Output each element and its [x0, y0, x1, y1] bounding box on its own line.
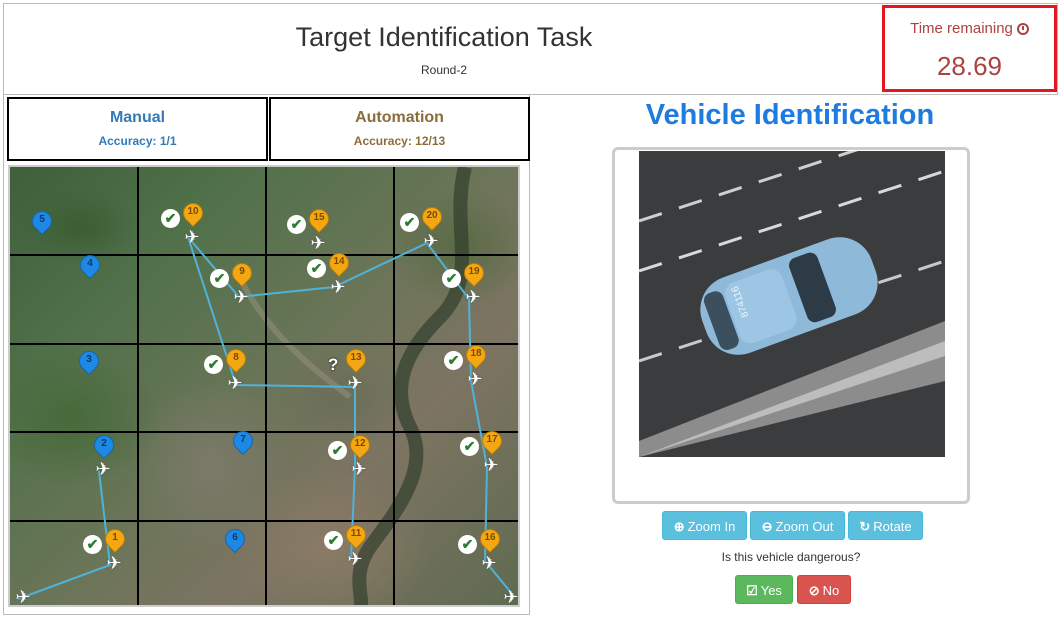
- map-pin-3[interactable]: 3: [74, 346, 104, 385]
- check-icon: ✔: [324, 531, 343, 550]
- map-pin-number: 7: [240, 434, 246, 445]
- tab-manual[interactable]: Manual Accuracy: 1/1: [7, 97, 268, 161]
- zoom-out-icon: ⊖: [761, 519, 773, 534]
- map-pin-number: 2: [101, 438, 107, 449]
- yes-button[interactable]: ☑ Yes: [735, 575, 793, 604]
- map-pin-6[interactable]: 6: [220, 524, 250, 563]
- airplane-icon: ✈: [351, 459, 367, 479]
- airplane-icon: ✈: [465, 287, 481, 307]
- round-label: Round-2: [420, 63, 468, 77]
- check-icon: ✔: [442, 269, 461, 288]
- zoom-out-button[interactable]: ⊖ Zoom Out: [750, 511, 845, 540]
- satellite-map[interactable]: 1 ✈ ✔ 2 ✈ 3 4 5 6 7 8 ✈ ✔ 9 ✈ ✔ 10 ✈ ✔ 11 ✈ ✔ 12 ✈ ✔ 13 ✈? 14 ✈ ✔ 15 ✈ ✔…: [8, 165, 520, 607]
- map-pin-number: 20: [426, 210, 438, 221]
- map-pin-5[interactable]: 5: [27, 206, 57, 245]
- airplane-icon: ✈: [347, 549, 363, 569]
- tab-manual-title: Manual: [109, 109, 166, 126]
- check-icon: ✔: [307, 259, 326, 278]
- map-pin-number: 15: [313, 212, 325, 223]
- airplane-icon: ✈: [95, 459, 111, 479]
- tab-automation-accuracy: Accuracy: 12/13: [353, 134, 446, 148]
- vehicle-photo: 874116: [639, 151, 945, 457]
- map-pin-number: 6: [232, 532, 238, 543]
- check-icon: ✔: [460, 437, 479, 456]
- zoom-in-label: Zoom In: [687, 519, 736, 534]
- no-label: No: [822, 583, 840, 598]
- map-pin-number: 8: [233, 352, 239, 363]
- tab-manual-accuracy: Accuracy: 1/1: [98, 134, 177, 148]
- airplane-icon: ✈: [15, 587, 31, 607]
- airplane-icon: ✈: [481, 553, 497, 573]
- map-pin-number: 12: [354, 438, 366, 449]
- clock-icon: [1016, 22, 1029, 35]
- airplane-icon: ✈: [227, 373, 243, 393]
- tab-automation-title: Automation: [355, 109, 444, 126]
- rotate-label: Rotate: [873, 519, 912, 534]
- map-pin-number: 18: [470, 348, 482, 359]
- zoom-in-icon: ⊕: [673, 519, 685, 534]
- map-pin-number: 10: [187, 206, 199, 217]
- map-pin-4[interactable]: 4: [75, 250, 105, 289]
- airplane-icon: ✈: [106, 553, 122, 573]
- tab-automation[interactable]: Automation Accuracy: 12/13: [269, 97, 530, 161]
- airplane-icon: ✈: [423, 231, 439, 251]
- check-icon: ✔: [328, 441, 347, 460]
- zoom-in-button[interactable]: ⊕ Zoom In: [662, 511, 747, 540]
- timer-box: Time remaining 28.69: [882, 5, 1057, 92]
- map-pin-number: 19: [468, 266, 480, 277]
- check-icon: ✔: [83, 535, 102, 554]
- page-title: Target Identification Task: [295, 22, 593, 52]
- airplane-icon: ✈: [347, 373, 363, 393]
- timer-label: Time remaining: [910, 20, 1013, 37]
- rotate-icon: ↻: [859, 519, 871, 534]
- map-pin-number: 16: [484, 532, 496, 543]
- map-pin-number: 17: [486, 434, 498, 445]
- ban-icon: ⊘: [808, 583, 820, 598]
- airplane-icon: ✈: [503, 587, 519, 607]
- vehicle-image-frame: 874116: [612, 147, 970, 504]
- rotate-button[interactable]: ↻ Rotate: [848, 511, 923, 540]
- map-pin-number: 9: [239, 266, 245, 277]
- left-panel: Manual Accuracy: 1/1 Automation Accuracy…: [3, 95, 530, 615]
- check-icon: ✔: [287, 215, 306, 234]
- no-button[interactable]: ⊘ No: [797, 575, 851, 604]
- check-icon: ✔: [204, 355, 223, 374]
- map-pin-number: 4: [87, 258, 93, 269]
- unknown-marker: ?: [328, 355, 339, 374]
- zoom-out-label: Zoom Out: [775, 519, 834, 534]
- check-icon: ✔: [444, 351, 463, 370]
- danger-question: Is this vehicle dangerous?: [721, 550, 861, 564]
- header: Target Identification Task Round-2 Time …: [3, 3, 1058, 95]
- map-pin-number: 5: [39, 214, 45, 225]
- check-icon: ✔: [400, 213, 419, 232]
- map-pin-number: 1: [112, 532, 118, 543]
- map-pin-number: 14: [333, 256, 345, 267]
- map-pin-number: 13: [350, 352, 362, 363]
- timer-label-row: Time remaining: [885, 20, 1054, 37]
- map-pin-number: 3: [86, 354, 92, 365]
- airplane-icon: ✈: [483, 455, 499, 475]
- airplane-icon: ✈: [233, 287, 249, 307]
- check-icon: ✔: [210, 269, 229, 288]
- check-icon: ✔: [458, 535, 477, 554]
- airplane-icon: ✈: [184, 227, 200, 247]
- check-square-icon: ☑: [746, 583, 758, 598]
- map-pin-7[interactable]: 7: [228, 426, 258, 465]
- check-icon: ✔: [161, 209, 180, 228]
- airplane-icon: ✈: [310, 233, 326, 253]
- airplane-icon: ✈: [330, 277, 346, 297]
- map-pin-number: 11: [350, 528, 362, 539]
- airplane-icon: ✈: [467, 369, 483, 389]
- timer-value: 28.69: [936, 51, 1003, 81]
- yes-label: Yes: [760, 583, 782, 598]
- vehicle-identification-title: Vehicle Identification: [645, 99, 935, 131]
- vehicle-image[interactable]: 874116: [639, 151, 945, 457]
